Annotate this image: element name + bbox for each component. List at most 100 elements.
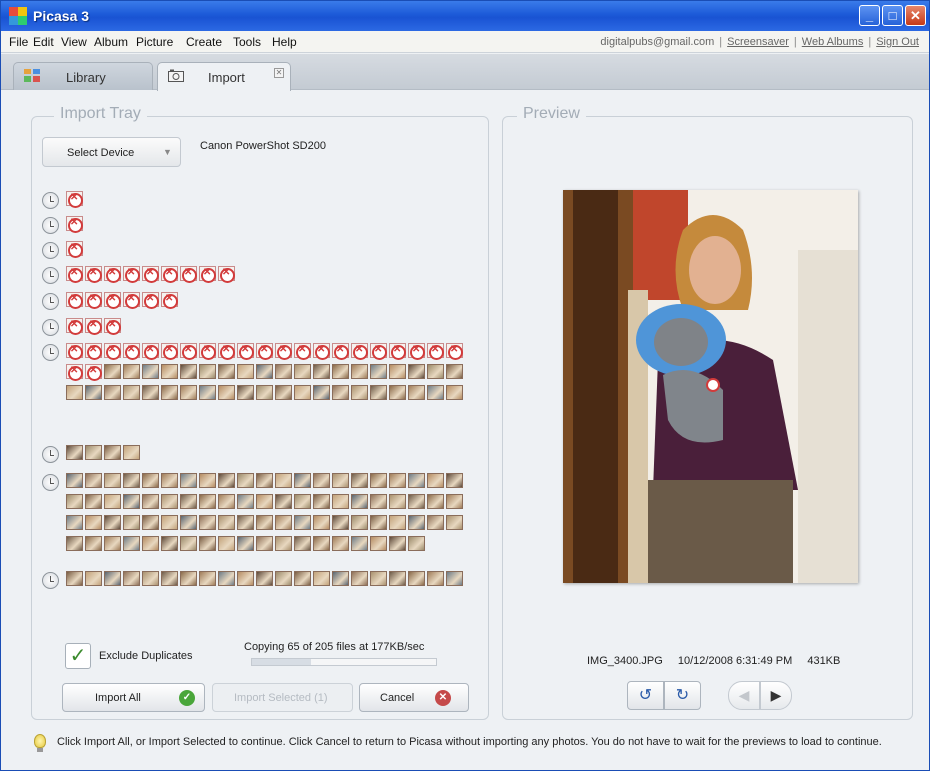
photo-thumbnail[interactable] (123, 364, 140, 379)
photo-thumbnail[interactable] (161, 364, 178, 379)
missing-thumbnail[interactable] (256, 343, 273, 360)
missing-thumbnail[interactable] (294, 343, 311, 360)
photo-thumbnail[interactable] (218, 536, 235, 551)
missing-thumbnail[interactable] (161, 266, 178, 283)
photo-thumbnail[interactable] (161, 473, 178, 488)
cancel-button[interactable]: Cancel ✕ (359, 683, 469, 712)
photo-thumbnail[interactable] (199, 536, 216, 551)
missing-thumbnail[interactable] (66, 191, 83, 208)
photo-thumbnail[interactable] (104, 385, 121, 400)
missing-thumbnail[interactable] (123, 292, 140, 309)
missing-thumbnail[interactable] (237, 343, 254, 360)
close-window-button[interactable]: ✕ (905, 5, 926, 26)
photo-thumbnail[interactable] (123, 385, 140, 400)
missing-thumbnail[interactable] (66, 216, 83, 233)
photo-thumbnail[interactable] (142, 494, 159, 509)
photo-thumbnail[interactable] (142, 364, 159, 379)
photo-thumbnail[interactable] (275, 473, 292, 488)
photo-thumbnail[interactable] (237, 364, 254, 379)
photo-thumbnail[interactable] (237, 473, 254, 488)
missing-thumbnail[interactable] (142, 266, 159, 283)
photo-thumbnail[interactable] (85, 494, 102, 509)
photo-thumbnail[interactable] (332, 473, 349, 488)
photo-thumbnail[interactable] (294, 364, 311, 379)
minimize-button[interactable]: _ (859, 5, 880, 26)
title-bar[interactable]: Picasa 3 _ □ ✕ (1, 1, 929, 31)
photo-thumbnail[interactable] (389, 473, 406, 488)
photo-thumbnail[interactable] (351, 494, 368, 509)
photo-thumbnail[interactable] (389, 494, 406, 509)
photo-thumbnail[interactable] (256, 536, 273, 551)
missing-thumbnail[interactable] (104, 292, 121, 309)
photo-thumbnail[interactable] (313, 473, 330, 488)
missing-thumbnail[interactable] (142, 292, 159, 309)
missing-thumbnail[interactable] (161, 343, 178, 360)
photo-thumbnail[interactable] (85, 571, 102, 586)
photo-thumbnail[interactable] (427, 571, 444, 586)
photo-thumbnail[interactable] (85, 385, 102, 400)
photo-thumbnail[interactable] (123, 494, 140, 509)
menu-file[interactable]: File (9, 35, 28, 49)
missing-thumbnail[interactable] (199, 343, 216, 360)
missing-thumbnail[interactable] (85, 292, 102, 309)
photo-thumbnail[interactable] (123, 536, 140, 551)
photo-thumbnail[interactable] (66, 494, 83, 509)
photo-thumbnail[interactable] (408, 515, 425, 530)
photo-thumbnail[interactable] (370, 473, 387, 488)
photo-thumbnail[interactable] (161, 515, 178, 530)
photo-thumbnail[interactable] (66, 571, 83, 586)
photo-thumbnail[interactable] (161, 571, 178, 586)
maximize-button[interactable]: □ (882, 5, 903, 26)
photo-thumbnail[interactable] (294, 571, 311, 586)
photo-thumbnail[interactable] (275, 385, 292, 400)
photo-thumbnail[interactable] (408, 494, 425, 509)
photo-thumbnail[interactable] (332, 385, 349, 400)
photo-thumbnail[interactable] (256, 494, 273, 509)
photo-thumbnail[interactable] (389, 571, 406, 586)
photo-thumbnail[interactable] (446, 473, 463, 488)
photo-thumbnail[interactable] (332, 494, 349, 509)
missing-thumbnail[interactable] (427, 343, 444, 360)
photo-thumbnail[interactable] (332, 515, 349, 530)
missing-thumbnail[interactable] (142, 343, 159, 360)
photo-thumbnail[interactable] (408, 536, 425, 551)
photo-thumbnail[interactable] (313, 571, 330, 586)
photo-thumbnail[interactable] (408, 364, 425, 379)
photo-thumbnail[interactable] (313, 536, 330, 551)
missing-thumbnail[interactable] (123, 266, 140, 283)
sign-out-link[interactable]: Sign Out (876, 36, 919, 48)
photo-thumbnail[interactable] (427, 473, 444, 488)
photo-thumbnail[interactable] (275, 364, 292, 379)
photo-thumbnail[interactable] (351, 473, 368, 488)
screensaver-link[interactable]: Screensaver (727, 36, 789, 48)
photo-thumbnail[interactable] (104, 473, 121, 488)
photo-thumbnail[interactable] (294, 494, 311, 509)
photo-thumbnail[interactable] (256, 385, 273, 400)
photo-thumbnail[interactable] (123, 473, 140, 488)
photo-thumbnail[interactable] (104, 494, 121, 509)
photo-thumbnail[interactable] (408, 473, 425, 488)
photo-thumbnail[interactable] (446, 364, 463, 379)
photo-thumbnail[interactable] (370, 385, 387, 400)
previous-photo-button[interactable]: ◀ (728, 681, 760, 710)
photo-thumbnail[interactable] (218, 473, 235, 488)
photo-thumbnail[interactable] (199, 494, 216, 509)
missing-thumbnail[interactable] (85, 364, 102, 381)
photo-thumbnail[interactable] (85, 515, 102, 530)
photo-thumbnail[interactable] (294, 385, 311, 400)
missing-thumbnail[interactable] (332, 343, 349, 360)
photo-thumbnail[interactable] (256, 515, 273, 530)
photo-thumbnail[interactable] (142, 473, 159, 488)
missing-thumbnail[interactable] (85, 318, 102, 335)
photo-thumbnail[interactable] (180, 515, 197, 530)
photo-thumbnail[interactable] (66, 385, 83, 400)
missing-thumbnail[interactable] (351, 343, 368, 360)
photo-thumbnail[interactable] (427, 515, 444, 530)
photo-thumbnail[interactable] (275, 536, 292, 551)
tab-library[interactable]: Library (13, 62, 153, 90)
missing-thumbnail[interactable] (104, 318, 121, 335)
missing-thumbnail[interactable] (85, 343, 102, 360)
missing-thumbnail[interactable] (218, 343, 235, 360)
photo-thumbnail[interactable] (85, 473, 102, 488)
photo-thumbnail[interactable] (66, 536, 83, 551)
